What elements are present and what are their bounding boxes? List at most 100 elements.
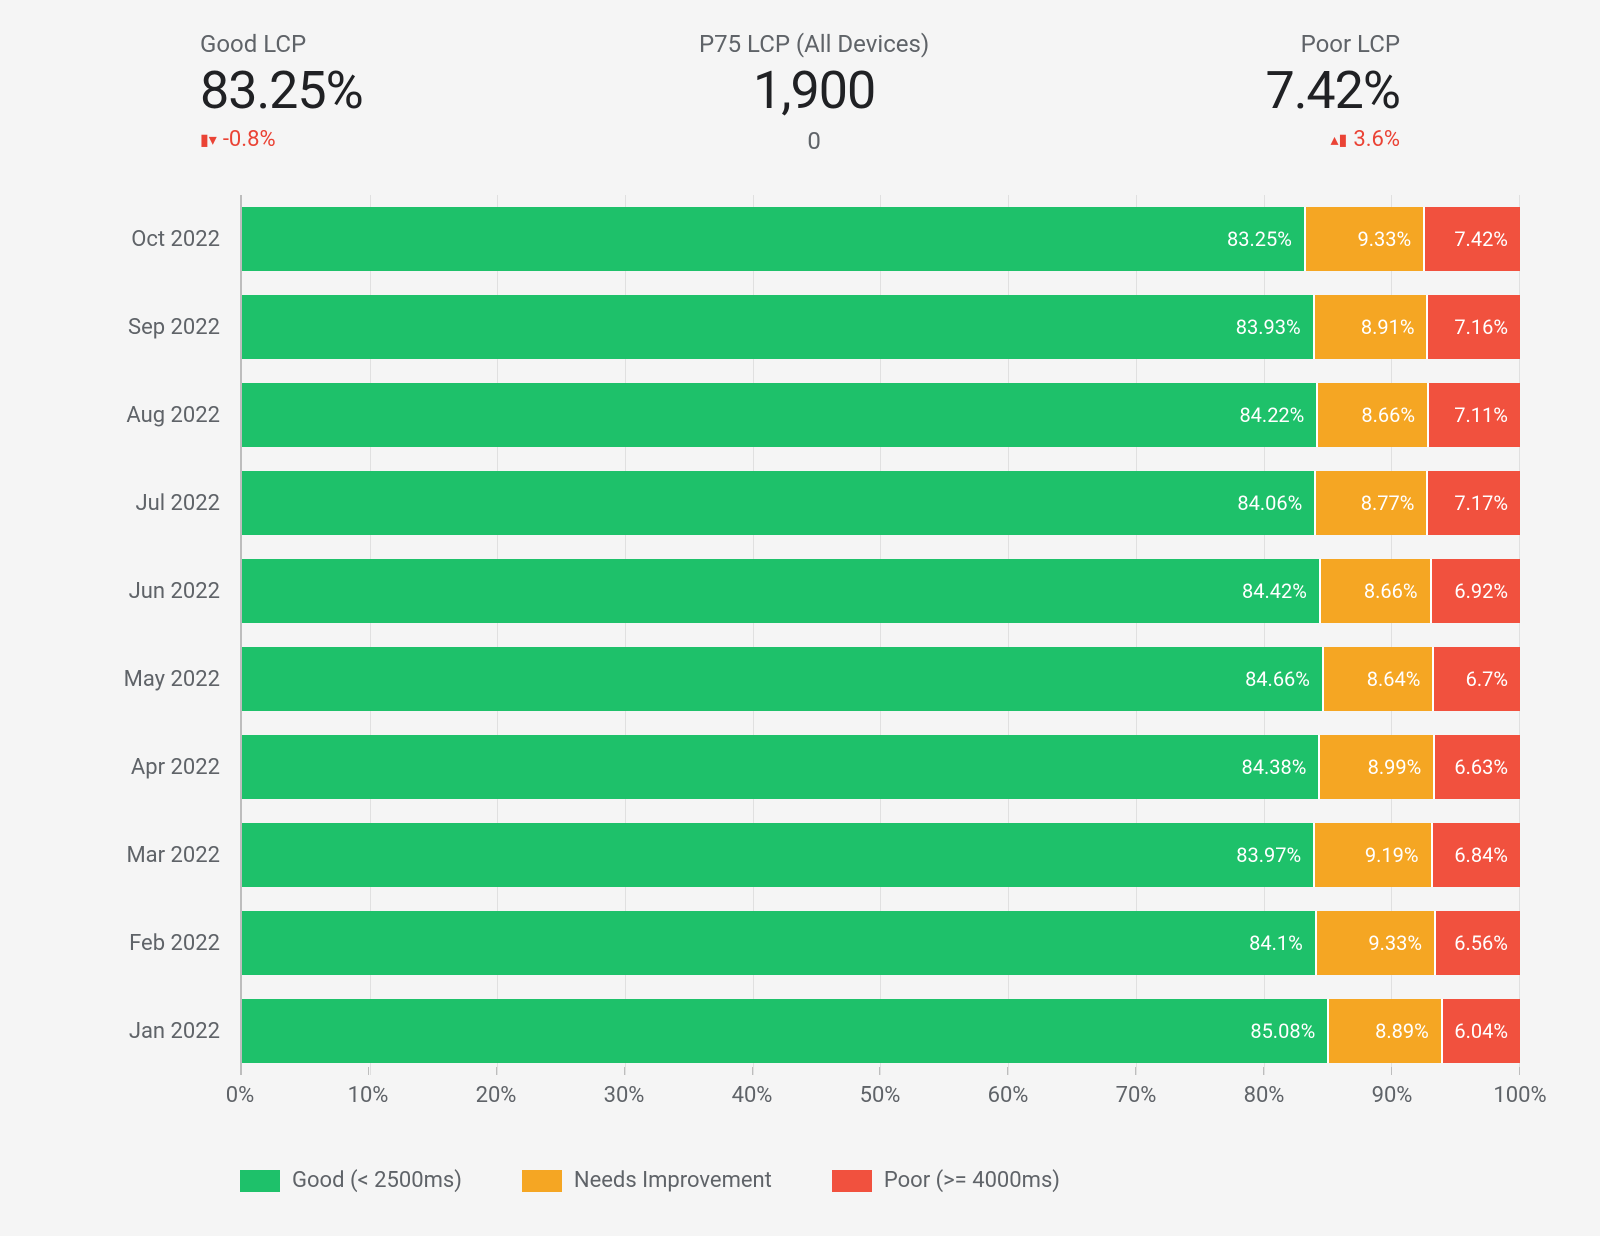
segment-ni: 8.66% [1321, 559, 1432, 623]
metric-delta-text: -0.8% [223, 127, 276, 152]
segment-poor: 6.7% [1434, 647, 1520, 711]
tick-mark [496, 1067, 497, 1075]
segment-poor: 7.42% [1425, 207, 1520, 271]
segment-ni: 9.33% [1317, 911, 1436, 975]
stacked-bar-chart: Oct 2022Sep 2022Aug 2022Jul 2022Jun 2022… [80, 195, 1520, 1108]
swatch-poor [832, 1170, 872, 1192]
stacked-bar: 84.38%8.99%6.63% [242, 735, 1520, 799]
segment-poor: 6.63% [1435, 735, 1520, 799]
metric-delta: ▴▮ 3.6% [1330, 127, 1400, 152]
bars-container: 83.25%9.33%7.42%83.93%8.91%7.16%84.22%8.… [242, 195, 1520, 1075]
y-axis-label: Jul 2022 [80, 459, 220, 547]
bar-row: 84.1%9.33%6.56% [242, 899, 1520, 987]
metric-delta: ▮▾ -0.8% [200, 127, 276, 152]
legend-item-poor: Poor (>= 4000ms) [832, 1168, 1060, 1193]
metric-sub: 0 [807, 127, 821, 155]
legend-label: Poor (>= 4000ms) [884, 1168, 1060, 1193]
bar-row: 84.38%8.99%6.63% [242, 723, 1520, 811]
y-axis-label: Aug 2022 [80, 371, 220, 459]
segment-ni: 9.33% [1306, 207, 1425, 271]
swatch-ni [522, 1170, 562, 1192]
y-axis-label: Oct 2022 [80, 195, 220, 283]
segment-ni: 8.66% [1318, 383, 1429, 447]
y-axis-label: Jun 2022 [80, 547, 220, 635]
stacked-bar: 84.66%8.64%6.7% [242, 647, 1520, 711]
segment-good: 84.06% [242, 471, 1316, 535]
metric-p75-lcp: P75 LCP (All Devices) 1,900 0 [699, 30, 929, 155]
segment-good: 83.25% [242, 207, 1306, 271]
stacked-bar: 83.25%9.33%7.42% [242, 207, 1520, 271]
tick-mark [1263, 1067, 1264, 1075]
segment-good: 83.97% [242, 823, 1315, 887]
segment-poor: 7.17% [1428, 471, 1520, 535]
legend-label: Good (< 2500ms) [292, 1168, 462, 1193]
metric-value: 83.25% [200, 60, 363, 121]
stacked-bar: 84.06%8.77%7.17% [242, 471, 1520, 535]
segment-ni: 8.64% [1324, 647, 1434, 711]
metric-label: P75 LCP (All Devices) [699, 30, 929, 58]
segment-ni: 8.89% [1329, 999, 1443, 1063]
segment-ni: 8.99% [1320, 735, 1435, 799]
tick-mark [879, 1067, 880, 1075]
metric-good-lcp: Good LCP 83.25% ▮▾ -0.8% [200, 30, 363, 155]
segment-good: 84.42% [242, 559, 1321, 623]
tick-mark [624, 1067, 625, 1075]
bar-row: 84.06%8.77%7.17% [242, 459, 1520, 547]
legend: Good (< 2500ms) Needs Improvement Poor (… [240, 1168, 1560, 1193]
stacked-bar: 83.97%9.19%6.84% [242, 823, 1520, 887]
metrics-row: Good LCP 83.25% ▮▾ -0.8% P75 LCP (All De… [200, 30, 1400, 155]
bar-row: 85.08%8.89%6.04% [242, 987, 1520, 1075]
y-axis-label: Jan 2022 [80, 987, 220, 1075]
metric-label: Poor LCP [1301, 30, 1400, 58]
stacked-bar: 83.93%8.91%7.16% [242, 295, 1520, 359]
metric-value: 1,900 [753, 60, 875, 121]
y-axis-label: May 2022 [80, 635, 220, 723]
stacked-bar: 84.42%8.66%6.92% [242, 559, 1520, 623]
metric-label: Good LCP [200, 30, 306, 58]
bar-row: 83.25%9.33%7.42% [242, 195, 1520, 283]
segment-poor: 6.56% [1436, 911, 1520, 975]
tick-mark [1391, 1067, 1392, 1075]
segment-good: 84.22% [242, 383, 1318, 447]
metric-value: 7.42% [1266, 60, 1400, 121]
bar-row: 84.66%8.64%6.7% [242, 635, 1520, 723]
segment-good: 84.38% [242, 735, 1320, 799]
y-axis-label: Feb 2022 [80, 899, 220, 987]
metric-poor-lcp: Poor LCP 7.42% ▴▮ 3.6% [1266, 30, 1400, 155]
metric-delta-text: 3.6% [1353, 127, 1400, 152]
bar-row: 84.42%8.66%6.92% [242, 547, 1520, 635]
y-axis-label: Apr 2022 [80, 723, 220, 811]
arrow-down-icon: ▮▾ [200, 132, 217, 148]
segment-poor: 7.11% [1429, 383, 1520, 447]
tick-mark [752, 1067, 753, 1075]
tick-mark [1007, 1067, 1008, 1075]
segment-ni: 8.91% [1315, 295, 1429, 359]
swatch-good [240, 1170, 280, 1192]
stacked-bar: 85.08%8.89%6.04% [242, 999, 1520, 1063]
stacked-bar: 84.1%9.33%6.56% [242, 911, 1520, 975]
tick-mark [1135, 1067, 1136, 1075]
segment-poor: 6.04% [1443, 999, 1520, 1063]
bar-row: 83.93%8.91%7.16% [242, 283, 1520, 371]
tick-mark [368, 1067, 369, 1075]
segment-ni: 8.77% [1316, 471, 1428, 535]
plot-area: 83.25%9.33%7.42%83.93%8.91%7.16%84.22%8.… [240, 195, 1520, 1075]
legend-label: Needs Improvement [574, 1168, 772, 1193]
segment-good: 84.66% [242, 647, 1324, 711]
y-axis-labels: Oct 2022Sep 2022Aug 2022Jul 2022Jun 2022… [80, 195, 240, 1075]
bar-row: 84.22%8.66%7.11% [242, 371, 1520, 459]
segment-poor: 6.92% [1432, 559, 1520, 623]
bar-row: 83.97%9.19%6.84% [242, 811, 1520, 899]
tick-mark [1519, 1067, 1520, 1075]
segment-good: 83.93% [242, 295, 1315, 359]
x-axis: 0%10%20%30%40%50%60%70%80%90%100% [240, 1075, 1520, 1108]
legend-item-good: Good (< 2500ms) [240, 1168, 462, 1193]
segment-poor: 7.16% [1428, 295, 1520, 359]
stacked-bar: 84.22%8.66%7.11% [242, 383, 1520, 447]
y-axis-label: Sep 2022 [80, 283, 220, 371]
arrow-up-icon: ▴▮ [1330, 132, 1347, 148]
segment-poor: 6.84% [1433, 823, 1520, 887]
segment-good: 84.1% [242, 911, 1317, 975]
y-axis-label: Mar 2022 [80, 811, 220, 899]
x-axis-ticks: 0%10%20%30%40%50%60%70%80%90%100% [240, 1083, 1520, 1108]
